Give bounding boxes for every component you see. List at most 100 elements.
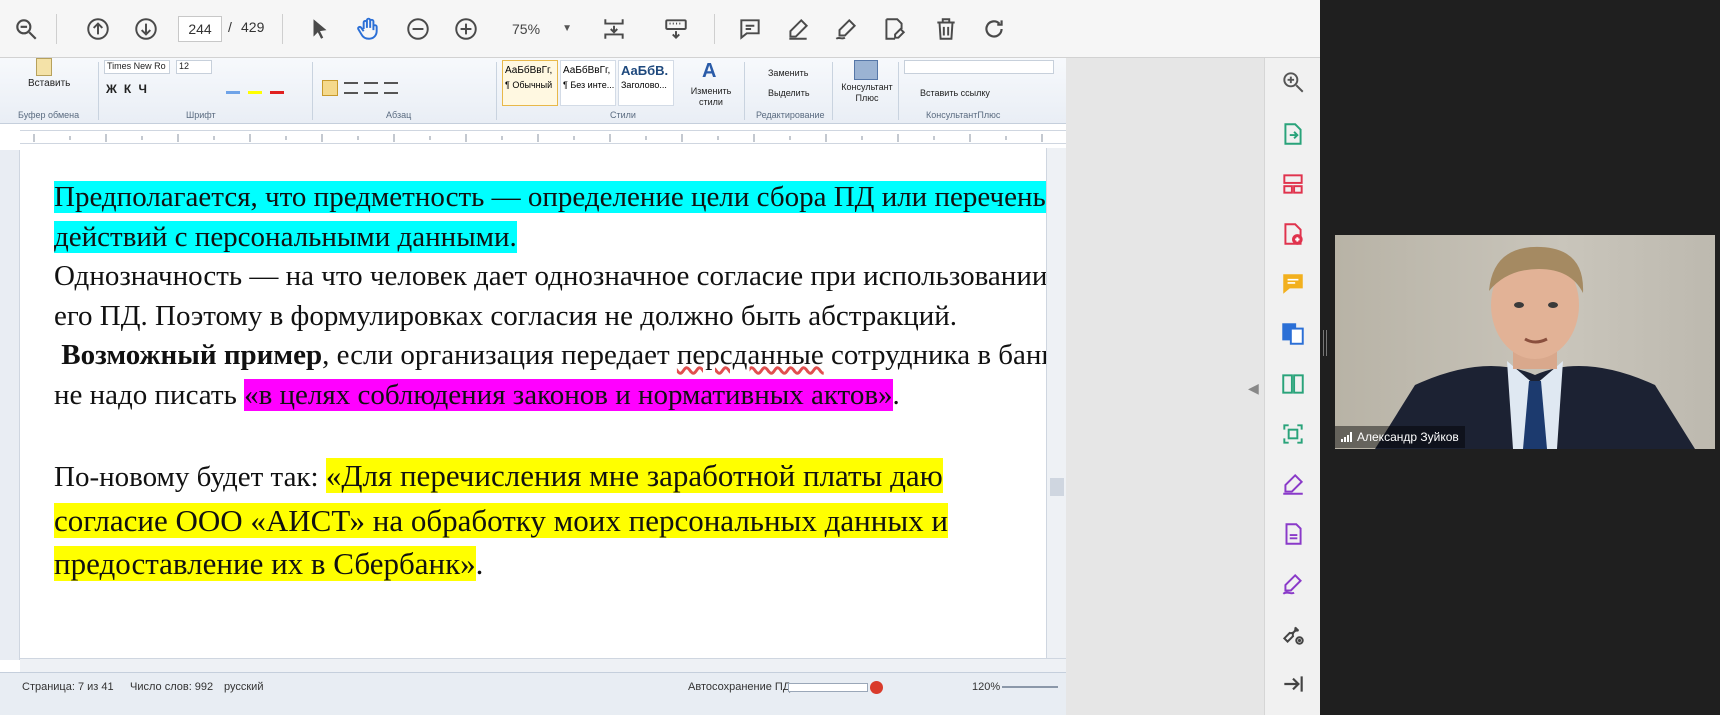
font-name-input[interactable]: Times New Ro: [104, 60, 170, 74]
word-vertical-scrollbar[interactable]: [1046, 148, 1066, 658]
protect-pdf-icon[interactable]: [1279, 520, 1307, 548]
expand-panel-icon[interactable]: [1279, 670, 1307, 698]
pdf-viewer: 244 / 429 75% ▼ Вставить Буфер обмена Ti…: [0, 0, 1320, 715]
fill-sign-icon[interactable]: [1279, 470, 1307, 498]
font-format-buttons[interactable]: ЖКЧ: [106, 82, 154, 96]
font-size-input[interactable]: 12: [176, 60, 212, 74]
comment-tool-icon[interactable]: [1279, 270, 1307, 298]
highlighted-text-magenta: «в целях соблюдения законов и нормативны…: [244, 378, 893, 411]
request-signature-icon[interactable]: [1279, 570, 1307, 598]
select-button[interactable]: Выделить: [768, 88, 810, 98]
search-icon[interactable]: [10, 13, 42, 45]
bold-example-label: Возможный пример: [61, 339, 323, 371]
ribbon-divider: [898, 62, 899, 120]
highlighted-text-yellow-line2: согласие ООО «АИСТ» на обработку моих пе…: [54, 503, 948, 538]
empty-line: [54, 415, 1054, 454]
paragraph-5-line3: предоставление их в Сбербанк».: [54, 542, 1054, 585]
collapse-panel-icon[interactable]: ◀: [1248, 380, 1262, 400]
participant-name: Александр Зуйков: [1357, 430, 1459, 444]
participant-name-bar: Александр Зуйков: [1335, 426, 1465, 448]
page-fit-icon[interactable]: [598, 13, 630, 45]
zoom-slider[interactable]: [1002, 686, 1058, 688]
document-text: Предполагается, что предметность — опред…: [54, 178, 1063, 585]
style-heading-tile[interactable]: АаБбВ. Заголово...: [618, 60, 674, 106]
draw-icon[interactable]: [830, 13, 862, 45]
align-justify-icon[interactable]: [384, 82, 398, 94]
export-pdf-icon[interactable]: [1279, 120, 1307, 148]
style-preview: АаБбВвГг,: [563, 65, 611, 76]
group-clipboard-label: Буфер обмена: [18, 110, 80, 120]
create-pdf-icon[interactable]: [1279, 220, 1307, 248]
tools-rail: [1264, 58, 1320, 715]
trash-icon[interactable]: [930, 13, 962, 45]
consultant-search-input[interactable]: [904, 60, 1054, 74]
align-center-icon[interactable]: [344, 82, 358, 94]
word-status-bar: Страница: 7 из 41 Число слов: 992 русски…: [0, 672, 1066, 715]
change-styles-icon: A: [702, 60, 717, 82]
group-font-label: Шрифт: [186, 110, 216, 120]
more-tools-icon[interactable]: [1279, 620, 1307, 648]
text-effects-icon[interactable]: [226, 80, 240, 94]
zoom-in-icon[interactable]: [450, 13, 482, 45]
word-ribbon: Вставить Буфер обмена Times New Ro 12 ЖК…: [0, 58, 1066, 124]
page-separator: /: [228, 19, 232, 35]
zoom-select[interactable]: 75% ▼: [500, 16, 578, 42]
ribbon-divider: [312, 62, 313, 120]
paragraph-4-text-a: не надо писать: [54, 378, 245, 411]
scan-ocr-icon[interactable]: [1279, 420, 1307, 448]
status-page: Страница: 7 из 41: [22, 681, 114, 693]
consultant-button[interactable]: Консультант Плюс: [836, 82, 898, 104]
style-name: ¶ Без инте...: [563, 80, 615, 90]
participant-video-tile: Александр Зуйков: [1335, 235, 1715, 449]
stamp-icon[interactable]: [878, 13, 910, 45]
compare-files-icon[interactable]: [1279, 370, 1307, 398]
paragraph-5-end: .: [475, 546, 484, 581]
vertical-ruler: [0, 150, 20, 660]
paragraph-4: не надо писать «в целях соблюдения закон…: [54, 376, 1054, 416]
highlight-color-icon[interactable]: [248, 80, 262, 94]
page-number-input[interactable]: 244: [178, 16, 222, 42]
misspelled-word: перcданные: [676, 339, 824, 371]
align-right-icon[interactable]: [364, 82, 378, 94]
insert-link-button[interactable]: Вставить ссылку: [920, 88, 990, 98]
next-page-icon[interactable]: [130, 13, 162, 45]
ribbon-divider: [744, 62, 745, 120]
split-divider-handle[interactable]: [1323, 330, 1327, 356]
enhance-zoom-icon[interactable]: [1279, 68, 1307, 96]
style-preview: АаБбВ.: [621, 63, 669, 78]
pdf-toolbar: 244 / 429 75% ▼: [0, 0, 1320, 58]
autosave-progress: [788, 683, 868, 692]
status-word-count: Число слов: 992: [130, 681, 214, 693]
consultant-icon: [854, 60, 878, 80]
style-name: ¶ Обычный: [505, 80, 553, 90]
paste-button[interactable]: Вставить: [28, 78, 70, 89]
horizontal-ruler: [20, 130, 1066, 144]
select-cursor-icon[interactable]: [304, 13, 336, 45]
highlight-pen-icon[interactable]: [782, 13, 814, 45]
organize-pages-icon[interactable]: [1279, 170, 1307, 198]
scroll-thumb[interactable]: [1050, 478, 1064, 496]
style-name: Заголово...: [621, 80, 667, 90]
zoom-value: 75%: [512, 21, 541, 37]
group-consultant-label: КонсультантПлюс: [926, 110, 1001, 120]
word-horizontal-scrollbar[interactable]: [20, 658, 1066, 672]
style-normal-tile[interactable]: АаБбВвГг, ¶ Обычный: [502, 60, 558, 106]
group-editing-label: Редактирование: [756, 110, 825, 120]
highlighted-text-cyan-line1: Предполагается, что предметность — опред…: [54, 181, 1046, 213]
comment-icon[interactable]: [734, 13, 766, 45]
zoom-out-icon[interactable]: [402, 13, 434, 45]
align-left-icon[interactable]: [322, 80, 338, 96]
keyboard-icon[interactable]: [660, 13, 692, 45]
rotate-icon[interactable]: [978, 13, 1010, 45]
change-styles-button[interactable]: Изменить стили: [686, 86, 736, 108]
participant-video-image: [1375, 246, 1695, 449]
combine-files-icon[interactable]: [1279, 320, 1307, 348]
style-no-spacing-tile[interactable]: АаБбВвГг, ¶ Без инте...: [560, 60, 616, 106]
previous-page-icon[interactable]: [82, 13, 114, 45]
font-color-icon[interactable]: [270, 80, 284, 94]
paragraph-5-line2: согласие ООО «АИСТ» на обработку моих пе…: [54, 499, 1054, 542]
cancel-autosave-icon[interactable]: [870, 681, 883, 694]
hand-tool-icon[interactable]: [352, 13, 384, 45]
ribbon-divider: [496, 62, 497, 120]
replace-button[interactable]: Заменить: [768, 68, 808, 78]
